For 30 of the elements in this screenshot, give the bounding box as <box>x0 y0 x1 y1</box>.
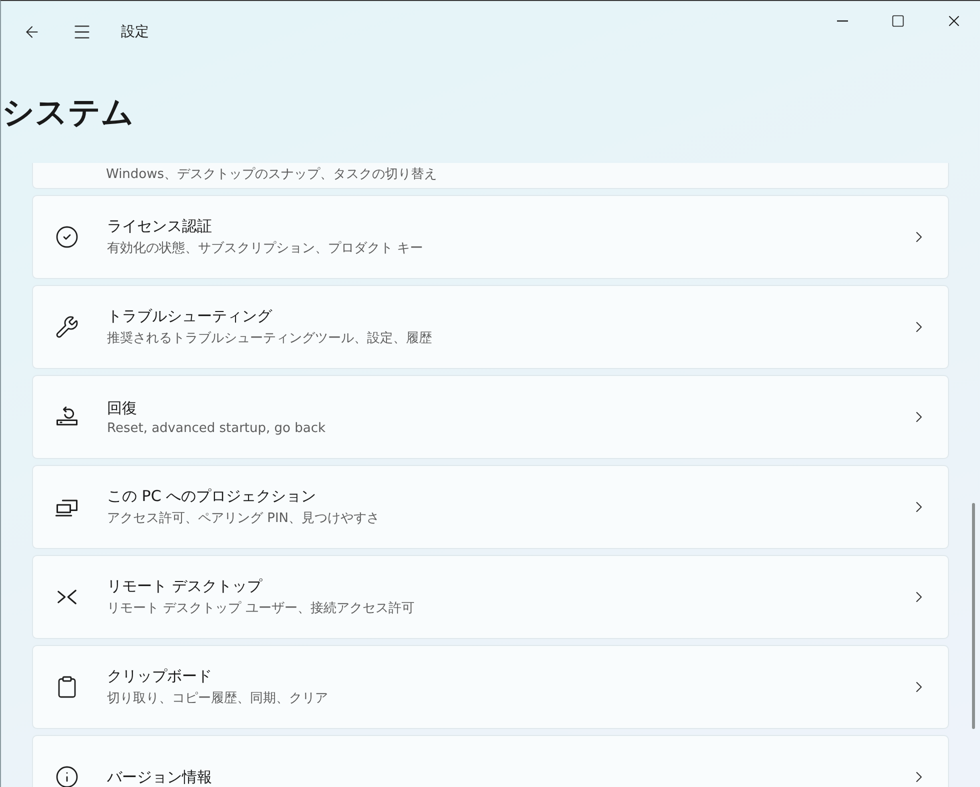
item-title: リモート デスクトップ <box>107 577 264 596</box>
wrench-icon <box>55 315 79 339</box>
window-title: 設定 <box>121 23 149 41</box>
item-subtitle: リモート デスクトップ ユーザー、接続アクセス許可 <box>107 600 416 617</box>
settings-item[interactable]: 回復 Reset, advanced startup, go back <box>32 375 949 459</box>
item-title: バージョン情報 <box>107 768 213 786</box>
item-title: この PC へのプロジェクション <box>107 487 318 506</box>
item-subtitle: Windows、デスクトップのスナップ、タスクの切り替え <box>106 168 438 181</box>
maximize-icon <box>891 14 905 28</box>
scrollbar-thumb[interactable] <box>972 503 975 729</box>
settings-item[interactable]: バージョン情報 <box>32 735 949 787</box>
item-subtitle: アクセス許可、ペアリング PIN、見つけやすさ <box>107 510 381 527</box>
settings-item[interactable]: ライセンス認証 有効化の状態、サブスクリプション、プロダクト キー <box>32 195 949 279</box>
item-subtitle: Reset, advanced startup, go back <box>107 420 326 436</box>
info-icon <box>55 765 79 787</box>
page-heading: システム <box>2 92 134 133</box>
check-circle-icon <box>55 225 79 249</box>
item-title: 回復 <box>107 398 138 418</box>
settings-item[interactable]: この PC へのプロジェクション アクセス許可、ペアリング PIN、見つけやすさ <box>32 465 949 549</box>
item-title: トラブルシューティング <box>107 307 274 326</box>
minimize-icon <box>836 20 848 22</box>
item-title: クリップボード <box>107 667 213 686</box>
settings-item[interactable]: トラブルシューティング 推奨されるトラブルシューティングツール、設定、履歴 <box>32 285 949 369</box>
item-title: ライセンス認証 <box>107 217 213 236</box>
item-subtitle: 有効化の状態、サブスクリプション、プロダクト キー <box>107 240 424 257</box>
item-subtitle: 切り取り、コピー履歴、同期、クリア <box>107 690 329 707</box>
settings-item[interactable]: クリップボード 切り取り、コピー履歴、同期、クリア <box>32 645 949 729</box>
item-subtitle: 推奨されるトラブルシューティングツール、設定、履歴 <box>107 330 433 347</box>
settings-item[interactable]: Windows、デスクトップのスナップ、タスクの切り替え <box>32 163 949 189</box>
settings-item[interactable]: リモート デスクトップ リモート デスクトップ ユーザー、接続アクセス許可 <box>32 555 949 639</box>
